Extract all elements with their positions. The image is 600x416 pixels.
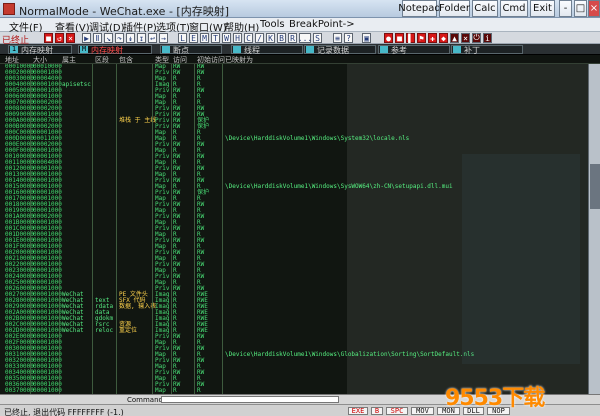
close-process-icon[interactable]: ×: [66, 33, 75, 43]
restart-icon[interactable]: ↺: [55, 33, 64, 43]
pause-icon[interactable]: Ⅱ: [93, 33, 102, 43]
execute-till-return-icon[interactable]: ↩: [148, 33, 157, 43]
column-divider: [222, 64, 223, 394]
toolbar-h-button[interactable]: H: [233, 33, 242, 43]
column-divider: [92, 64, 93, 394]
help-icon[interactable]: ?: [344, 33, 353, 43]
go-to-icon[interactable]: →: [159, 33, 168, 43]
tab-patches[interactable]: 补丁: [451, 45, 523, 55]
tab-references[interactable]: 参考: [378, 45, 450, 55]
tool-bar: 已终止 ■ ↺ × ▶ Ⅱ ↘ ↷ ↡ ↧ ↩ → L E M T W H C …: [0, 32, 600, 46]
folder-button[interactable]: Folder: [439, 0, 470, 17]
trace-over-icon[interactable]: ↧: [137, 33, 146, 43]
patch-icon[interactable]: ✚: [428, 33, 437, 43]
close-icon[interactable]: ×: [588, 0, 600, 17]
title-bar[interactable]: NormalMode - WeChat.exe - [内存映射] Notepad…: [0, 0, 600, 18]
bookmark-icon[interactable]: ▌: [406, 33, 415, 43]
watermark: 9553下载: [445, 386, 545, 411]
column-divider: [152, 64, 153, 394]
notepad-button[interactable]: Notepad: [398, 0, 441, 17]
toolbar-e-button[interactable]: E: [189, 33, 198, 43]
step-into-icon[interactable]: ↘: [104, 33, 113, 43]
toolbar-r-button[interactable]: R: [288, 33, 297, 43]
status-mov[interactable]: MOV: [411, 407, 434, 415]
table-header: 地址 大小 属主 区段 包含 类型 访问 初始访问 已映射为: [0, 55, 600, 64]
toolbar-slash-button[interactable]: /: [255, 33, 264, 43]
toolbar-t-button[interactable]: T: [211, 33, 220, 43]
maximize-icon[interactable]: □: [574, 0, 587, 17]
close-icon[interactable]: ×: [461, 33, 470, 43]
info-icon[interactable]: i: [483, 33, 492, 43]
window-tabs: 1 内存映射 M 内存映射 断点 线程 记录数据 参考 补丁: [0, 44, 600, 55]
toolbar-s-button[interactable]: S: [313, 33, 322, 43]
column-divider: [194, 64, 195, 394]
menu-breakpoint[interactable]: BreakPoint->: [289, 19, 355, 30]
app-icon: [3, 3, 15, 15]
menu-tools[interactable]: Tools: [260, 19, 285, 30]
trace-into-icon[interactable]: ↡: [126, 33, 135, 43]
status-b[interactable]: B: [371, 407, 383, 415]
record-icon[interactable]: ●: [384, 33, 393, 43]
list-icon[interactable]: ≡: [333, 33, 342, 43]
app-window: NormalMode - WeChat.exe - [内存映射] Notepad…: [0, 0, 600, 416]
run-icon[interactable]: ▶: [82, 33, 91, 43]
lock-icon[interactable]: ▲: [450, 33, 459, 43]
tab-breakpoints[interactable]: 断点: [160, 45, 222, 55]
calc-button[interactable]: Calc: [472, 0, 498, 17]
target-icon[interactable]: ◆: [439, 33, 448, 43]
column-divider: [171, 64, 172, 394]
status-exe[interactable]: EXE: [348, 407, 368, 415]
toolbar-more-button[interactable]: ...: [298, 33, 312, 43]
exit-button[interactable]: Exit: [530, 0, 555, 17]
step-over-icon[interactable]: ↷: [115, 33, 124, 43]
tab-memory-map-active[interactable]: M 内存映射: [78, 45, 152, 55]
minimize-icon[interactable]: -: [559, 0, 572, 17]
column-divider: [59, 64, 60, 394]
tab-memory-map-1[interactable]: 1 内存映射: [8, 45, 72, 55]
scroll-thumb[interactable]: [590, 164, 600, 209]
column-divider: [30, 64, 31, 394]
tab-threads[interactable]: 线程: [231, 45, 303, 55]
open-icon[interactable]: ■: [44, 33, 53, 43]
window-title: NormalMode - WeChat.exe - [内存映射]: [19, 5, 229, 18]
exit-icon[interactable]: ⏻: [472, 33, 481, 43]
column-divider: [116, 64, 117, 394]
status-message: 已终止, 退出代码 FFFFFFFF (-1.): [4, 408, 124, 416]
toolbar-b-button[interactable]: B: [277, 33, 286, 43]
toolbar-c-button[interactable]: C: [244, 33, 253, 43]
background-overlay: [462, 154, 580, 364]
cmd-button[interactable]: Cmd: [500, 0, 528, 17]
memory-map-table[interactable]: 00010000 00010000 Map RW RW 00020000 00001000 P…: [0, 64, 588, 394]
stop-icon[interactable]: ■: [395, 33, 404, 43]
vertical-scrollbar[interactable]: [588, 64, 600, 394]
cpu-icon[interactable]: ▣: [362, 33, 371, 43]
command-input[interactable]: [161, 396, 339, 403]
flag-icon[interactable]: ⚑: [417, 33, 426, 43]
command-label: Command:: [127, 396, 166, 404]
toolbar-l-button[interactable]: L: [178, 33, 187, 43]
toolbar-k-button[interactable]: K: [266, 33, 275, 43]
tab-log-data[interactable]: 记录数据: [304, 45, 376, 55]
menu-bar: 文件(F) 查看(V) 调试(D) 插件(P) 选项(T) 窗口(W) 帮助(H…: [0, 18, 600, 34]
status-spc[interactable]: SPC: [386, 407, 408, 415]
toolbar-m-button[interactable]: M: [200, 33, 209, 43]
toolbar-w-button[interactable]: W: [222, 33, 231, 43]
